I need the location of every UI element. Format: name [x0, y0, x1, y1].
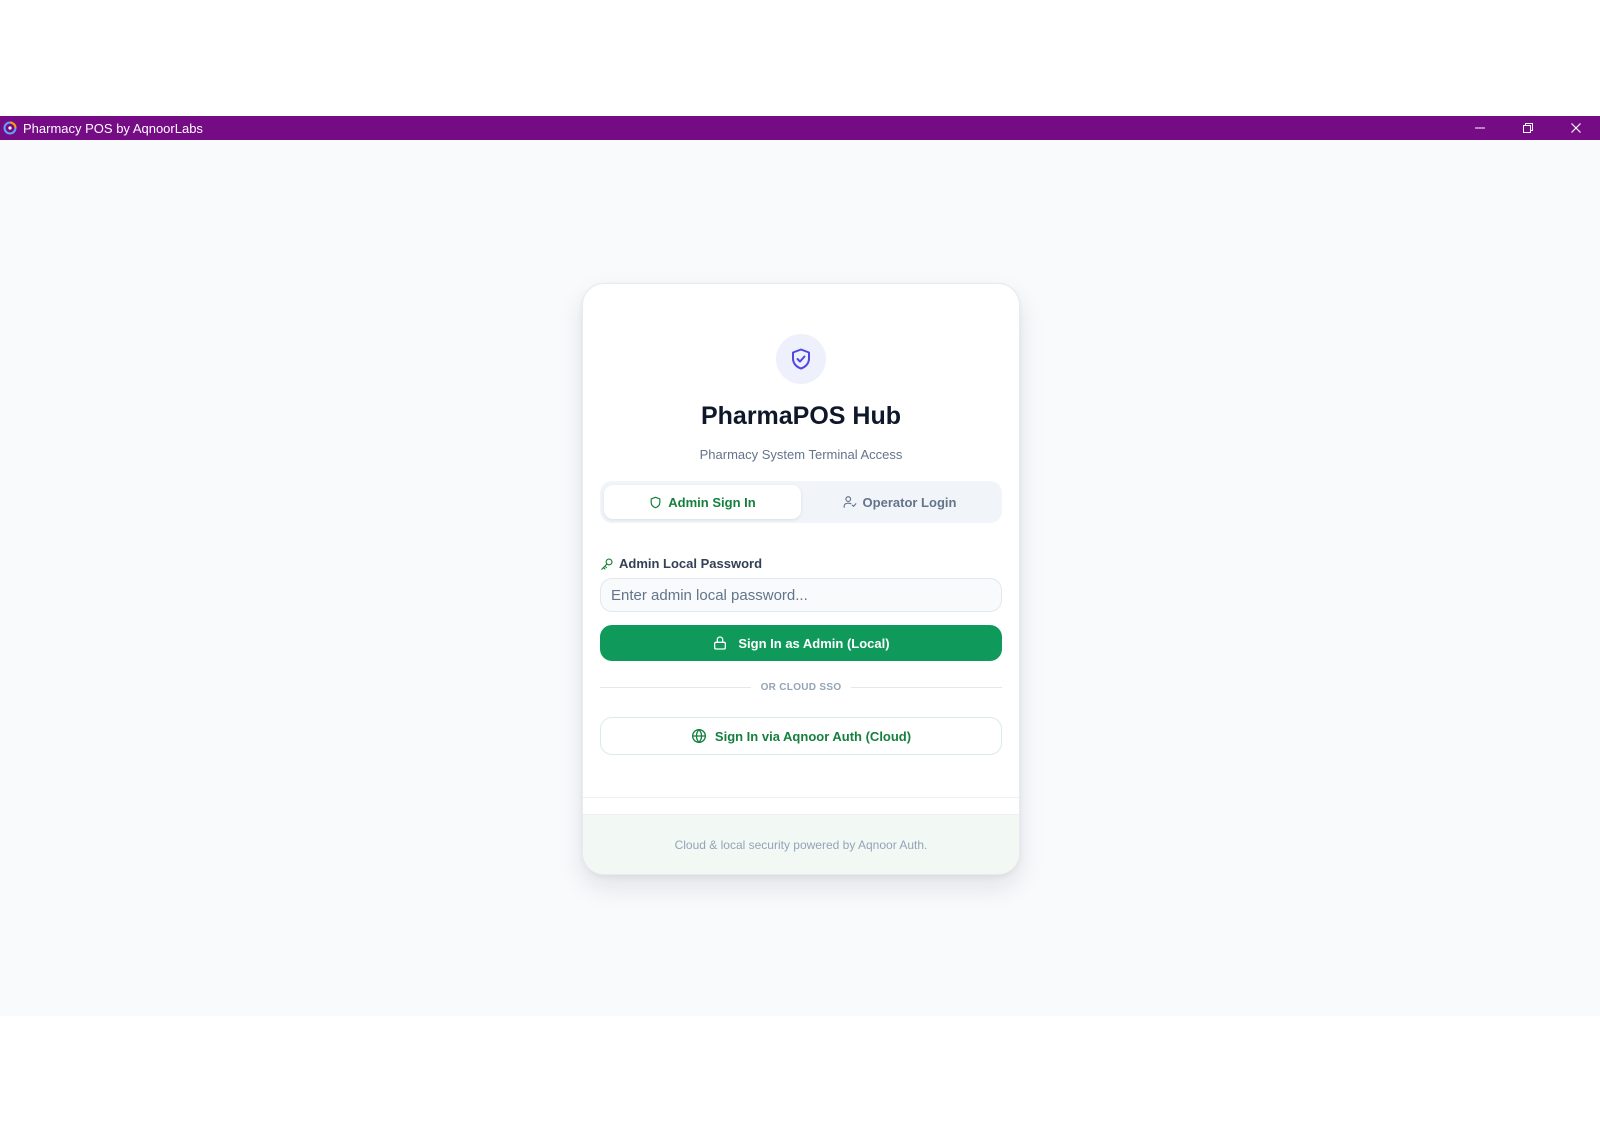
tab-admin-sign-in[interactable]: Admin Sign In [604, 485, 801, 519]
tab-operator-login[interactable]: Operator Login [801, 485, 998, 519]
user-check-icon [843, 496, 856, 508]
minimize-icon[interactable] [1456, 116, 1504, 140]
sign-in-cloud-button[interactable]: Sign In via Aqnoor Auth (Cloud) [600, 717, 1002, 755]
close-icon[interactable] [1552, 116, 1600, 140]
shield-icon [650, 496, 661, 508]
footer-text: Cloud & local security powered by Aqnoor… [674, 837, 928, 852]
key-icon [601, 557, 613, 570]
divider-line-right [851, 686, 1003, 688]
app-content-area: PharmaPOS Hub Pharmacy System Terminal A… [0, 140, 1600, 1016]
logo-badge [776, 334, 826, 384]
login-card: PharmaPOS Hub Pharmacy System Terminal A… [582, 283, 1020, 875]
window-titlebar: Pharmacy POS by AqnoorLabs [0, 116, 1600, 140]
card-footer: Cloud & local security powered by Aqnoor… [583, 814, 1019, 874]
app-logo-icon [3, 121, 17, 135]
sign-in-admin-label: Sign In as Admin (Local) [738, 635, 890, 651]
tab-operator-label: Operator Login [862, 494, 957, 510]
password-label: Admin Local Password [600, 556, 762, 571]
window-title: Pharmacy POS by AqnoorLabs [23, 120, 203, 136]
app-subtitle: Pharmacy System Terminal Access [699, 447, 903, 462]
app-title: PharmaPOS Hub [700, 402, 902, 430]
tab-admin-label: Admin Sign In [668, 494, 756, 510]
footer-separator [583, 797, 1019, 798]
restore-icon[interactable] [1504, 116, 1552, 140]
globe-icon [691, 729, 706, 743]
password-label-text: Admin Local Password [619, 556, 763, 571]
sso-divider: OR CLOUD SSO [600, 679, 1003, 695]
sign-in-cloud-label: Sign In via Aqnoor Auth (Cloud) [714, 728, 912, 744]
divider-text: OR CLOUD SSO [760, 681, 842, 693]
shield-check-icon [792, 348, 810, 370]
lock-icon [714, 636, 727, 650]
admin-password-input[interactable] [600, 578, 1002, 612]
window-controls [1456, 116, 1600, 140]
sign-in-admin-local-button[interactable]: Sign In as Admin (Local) [600, 625, 1002, 661]
divider-line-left [600, 686, 751, 688]
login-mode-tabs: Admin Sign In Operator Login [600, 481, 1002, 523]
